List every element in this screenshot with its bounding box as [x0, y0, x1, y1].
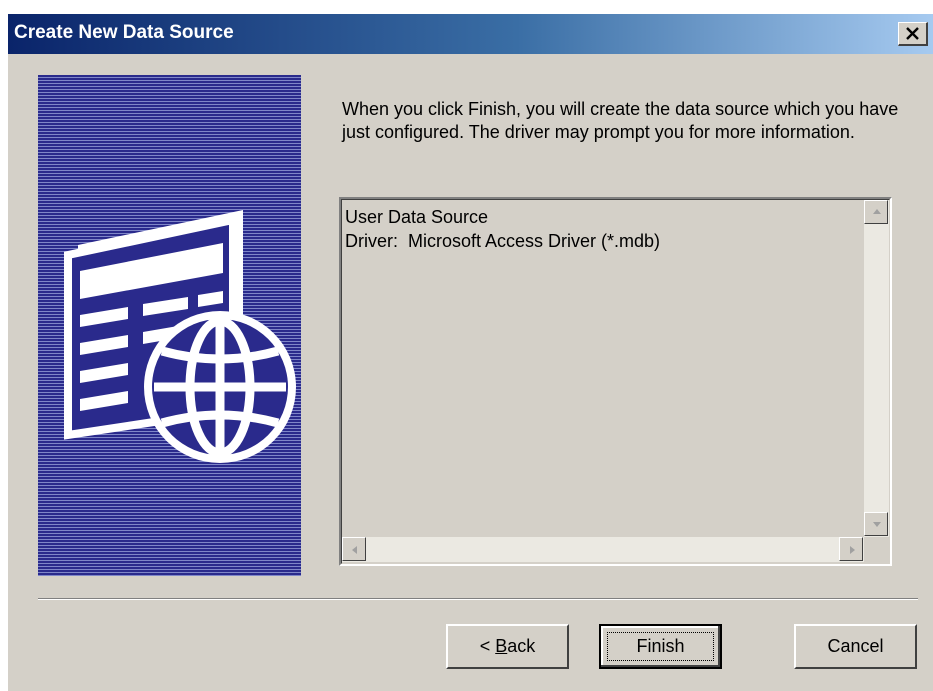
summary-content: User Data Source Driver: Microsoft Acces… [345, 205, 660, 253]
scroll-left-button[interactable] [342, 537, 366, 561]
cancel-button-label: Cancel [827, 636, 884, 656]
summary-line: User Data Source [345, 207, 489, 227]
create-data-source-dialog: Create New Data Source When you click Fi… [8, 14, 933, 691]
intro-description: When you click Finish, you will create t… [342, 99, 899, 142]
close-icon [906, 27, 919, 40]
scroll-right-button[interactable] [839, 537, 863, 561]
window-title: Create New Data Source [14, 22, 234, 43]
title-bar[interactable]: Create New Data Source [8, 14, 933, 54]
wizard-illustration [38, 75, 301, 576]
scrollbar-corner [864, 537, 889, 562]
close-button[interactable] [898, 22, 928, 46]
scroll-down-button[interactable] [864, 512, 888, 536]
finish-button[interactable]: Finish [599, 624, 722, 669]
button-separator [38, 598, 918, 600]
summary-inner-frame: User Data Source Driver: Microsoft Acces… [341, 199, 890, 564]
data-source-globe-icon [64, 210, 296, 463]
back-mnemonic: B [495, 636, 508, 656]
scroll-up-button[interactable] [864, 200, 888, 224]
arrow-left-icon [352, 546, 357, 554]
summary-line: Driver: Microsoft Access Driver (*.mdb) [345, 231, 661, 251]
arrow-down-icon [873, 522, 881, 527]
back-rest: ack [507, 636, 536, 656]
vertical-scrollbar[interactable] [864, 200, 889, 537]
back-button-label: < Back [480, 636, 536, 656]
arrow-up-icon [873, 209, 881, 214]
back-button[interactable]: < Back [446, 624, 569, 669]
horizontal-scrollbar[interactable] [342, 537, 864, 562]
back-prefix: < [479, 636, 496, 656]
finish-button-label: Finish [636, 636, 685, 656]
cancel-button[interactable]: Cancel [794, 624, 917, 669]
arrow-right-icon [850, 546, 855, 554]
summary-textbox[interactable]: User Data Source Driver: Microsoft Acces… [339, 197, 892, 566]
